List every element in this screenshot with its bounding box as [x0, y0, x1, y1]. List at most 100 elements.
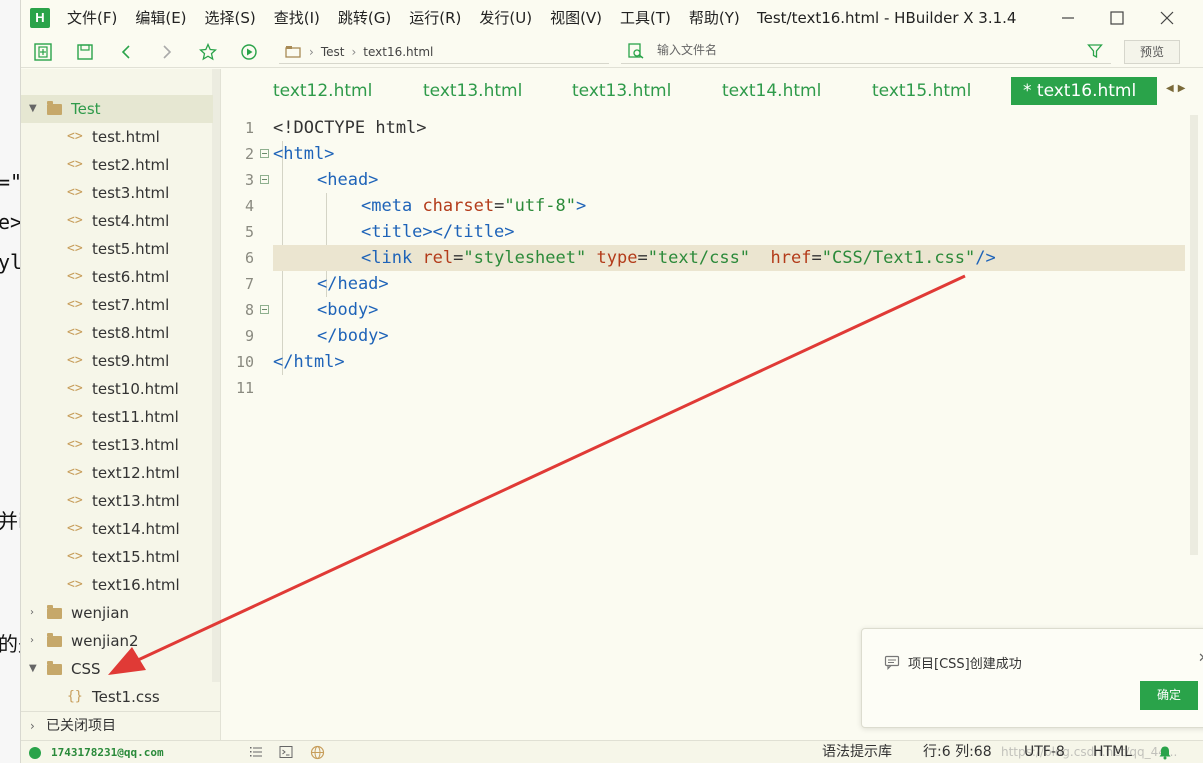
save-button[interactable] — [74, 41, 96, 63]
tree-file[interactable]: <> text16.html — [21, 571, 213, 599]
background-window: =" e> yl 并i 的是 — [0, 0, 20, 763]
filter-icon[interactable] — [1087, 43, 1103, 59]
line-number: 5 — [244, 223, 254, 241]
run-icon — [241, 44, 257, 60]
tab-scroll-arrows-icon[interactable]: ◀▶ — [1166, 83, 1189, 94]
menu-view[interactable]: 视图(V) — [550, 0, 602, 36]
tab-text12[interactable]: text12.html — [273, 77, 372, 105]
tree-project-test[interactable]: ▼ Test — [21, 95, 213, 123]
tree-file[interactable]: <> test11.html — [21, 403, 213, 431]
tab-text15[interactable]: text15.html — [872, 77, 971, 105]
code-token: <meta — [361, 196, 413, 216]
line-number: 7 — [244, 275, 254, 293]
cursor-position[interactable]: 行:6 列:68 — [923, 741, 992, 763]
tree-file[interactable]: <> test10.html — [21, 375, 213, 403]
minimize-button[interactable] — [1055, 6, 1081, 30]
favorite-button[interactable] — [197, 41, 219, 63]
language-selector[interactable]: HTML — [1093, 741, 1132, 763]
tree-label: wenjian2 — [71, 632, 139, 650]
menu-publish[interactable]: 发行(U) — [479, 0, 532, 36]
breadcrumb-item-file[interactable]: text16.html — [363, 45, 433, 59]
fold-toggle-icon[interactable] — [260, 149, 269, 158]
tree-file[interactable]: <> test13.html — [21, 431, 213, 459]
tree-project-wenjian[interactable]: › wenjian — [21, 599, 213, 627]
tree-file[interactable]: <> test7.html — [21, 291, 213, 319]
code-line: 10 </html> — [222, 349, 1186, 375]
tree-label: text12.html — [92, 464, 180, 482]
menu-tools[interactable]: 工具(T) — [620, 0, 671, 36]
file-search-input[interactable] — [657, 43, 1057, 57]
tab-text16[interactable]: * text16.html — [1011, 77, 1157, 105]
tree-file[interactable]: <> text12.html — [21, 459, 213, 487]
tree-project-wenjian2[interactable]: › wenjian2 — [21, 627, 213, 655]
fold-toggle-icon[interactable] — [260, 175, 269, 184]
code-token: > — [576, 196, 587, 216]
tree-label: test7.html — [92, 296, 170, 314]
chevron-down-icon: ▼ — [29, 103, 37, 114]
menu-run[interactable]: 运行(R) — [409, 0, 461, 36]
closed-projects[interactable]: › 已关闭项目 — [21, 711, 221, 740]
hbuilder-logo-icon: H — [30, 8, 50, 28]
breadcrumb-item-project[interactable]: Test — [321, 45, 345, 59]
tree-file[interactable]: <> text14.html — [21, 515, 213, 543]
tab-text13[interactable]: text13.html — [423, 77, 522, 105]
syntax-library-button[interactable]: 语法提示库 — [822, 741, 892, 763]
tree-file[interactable]: <> text15.html — [21, 543, 213, 571]
background-fragment: =" — [0, 170, 20, 194]
tree-file[interactable]: <> text13.html — [21, 487, 213, 515]
sidebar-scrollbar[interactable] — [212, 69, 220, 682]
user-account[interactable]: 1743178231@qq.com — [51, 741, 164, 763]
tree-project-css[interactable]: ▼ CSS — [21, 655, 213, 683]
fold-toggle-icon[interactable] — [260, 305, 269, 314]
html-file-icon: <> — [67, 129, 83, 144]
tab-text13-b[interactable]: text13.html — [572, 77, 671, 105]
back-button[interactable] — [115, 41, 137, 63]
terminal-icon[interactable] — [279, 745, 293, 759]
preview-button[interactable]: 预览 — [1124, 40, 1180, 64]
tree-label: test8.html — [92, 324, 170, 342]
editor-scrollbar[interactable] — [1190, 115, 1198, 555]
menu-goto[interactable]: 跳转(G) — [338, 0, 391, 36]
tree-file[interactable]: <> test.html — [21, 123, 213, 151]
tree-file[interactable]: <> test6.html — [21, 263, 213, 291]
tree-file[interactable]: <> test8.html — [21, 319, 213, 347]
bell-icon[interactable] — [1158, 745, 1172, 760]
forward-button[interactable] — [156, 41, 178, 63]
line-number: 4 — [244, 197, 254, 215]
code-line: 9 </body> — [222, 323, 1186, 349]
menu-help[interactable]: 帮助(Y) — [689, 0, 740, 36]
code-text: <title></title> — [361, 222, 515, 242]
html-file-icon: <> — [67, 577, 83, 592]
notification-message: 项目[CSS]创建成功 — [908, 657, 1022, 672]
tree-file[interactable]: <> test3.html — [21, 179, 213, 207]
tab-text14[interactable]: text14.html — [722, 77, 821, 105]
editor-tabs: text12.html text13.html text13.html text… — [222, 69, 1203, 113]
close-window-button[interactable] — [1154, 6, 1180, 30]
new-file-button[interactable] — [32, 41, 54, 63]
background-fragment: 并i — [0, 509, 20, 533]
minimize-icon — [1062, 17, 1074, 19]
tree-label: test9.html — [92, 352, 170, 370]
notification-close-icon[interactable]: ✕ — [1198, 651, 1203, 666]
list-icon[interactable] — [249, 745, 263, 759]
folder-icon — [47, 661, 62, 675]
menu-edit[interactable]: 编辑(E) — [135, 0, 186, 36]
tree-label: test13.html — [92, 436, 179, 454]
tree-file[interactable]: <> test5.html — [21, 235, 213, 263]
code-text: </body> — [317, 326, 389, 346]
tree-file[interactable]: <> test4.html — [21, 207, 213, 235]
code-line: 5 <title></title> — [222, 219, 1186, 245]
run-button[interactable] — [238, 41, 260, 63]
menu-file[interactable]: 文件(F) — [67, 0, 117, 36]
notification-ok-button[interactable]: 确定 — [1140, 681, 1198, 710]
menu-find[interactable]: 查找(I) — [274, 0, 320, 36]
maximize-button[interactable] — [1104, 6, 1130, 30]
tree-file[interactable]: <> test2.html — [21, 151, 213, 179]
notification-toast: 项目[CSS]创建成功 ✕ 确定 — [861, 628, 1203, 728]
tree-file[interactable]: <> test9.html — [21, 347, 213, 375]
globe-icon[interactable] — [310, 745, 325, 760]
menu-select[interactable]: 选择(S) — [205, 0, 256, 36]
tree-file[interactable]: {} Test1.css — [21, 683, 213, 711]
encoding-selector[interactable]: UTF-8 — [1024, 741, 1065, 763]
tree-label: test10.html — [92, 380, 179, 398]
